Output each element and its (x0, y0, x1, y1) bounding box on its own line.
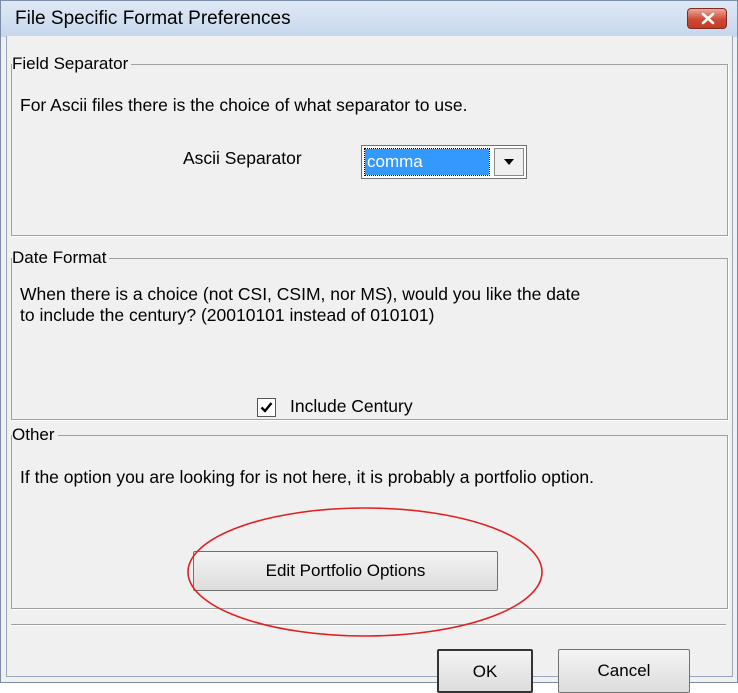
dialog-client-area: Field Separator For Ascii files there is… (6, 36, 733, 693)
other-description: If the option you are looking for is not… (20, 467, 594, 487)
close-icon (701, 12, 715, 25)
title-bar[interactable]: File Specific Format Preferences (1, 1, 737, 37)
field-separator-legend: Field Separator (12, 54, 132, 74)
date-format-legend: Date Format (12, 248, 110, 268)
window-title: File Specific Format Preferences (15, 8, 291, 29)
field-separator-description: For Ascii files there is the choice of w… (20, 95, 468, 115)
cancel-button[interactable]: Cancel (558, 649, 690, 693)
close-button[interactable] (687, 8, 727, 29)
include-century-checkbox[interactable] (257, 398, 276, 417)
date-format-description-line2: to include the century? (20010101 instea… (20, 305, 435, 325)
dropdown-button[interactable] (494, 148, 524, 176)
other-legend: Other (12, 425, 58, 445)
chevron-down-icon (504, 159, 514, 165)
checkmark-icon (260, 402, 273, 413)
ascii-separator-select[interactable]: comma (361, 145, 527, 179)
divider (11, 624, 726, 626)
date-format-description-line1: When there is a choice (not CSI, CSIM, n… (20, 284, 581, 304)
edit-portfolio-options-button[interactable]: Edit Portfolio Options (193, 551, 498, 591)
ascii-separator-value: comma (364, 148, 490, 176)
ok-button[interactable]: OK (437, 649, 533, 693)
ascii-separator-label: Ascii Separator (183, 148, 302, 168)
include-century-label[interactable]: Include Century (290, 396, 413, 417)
